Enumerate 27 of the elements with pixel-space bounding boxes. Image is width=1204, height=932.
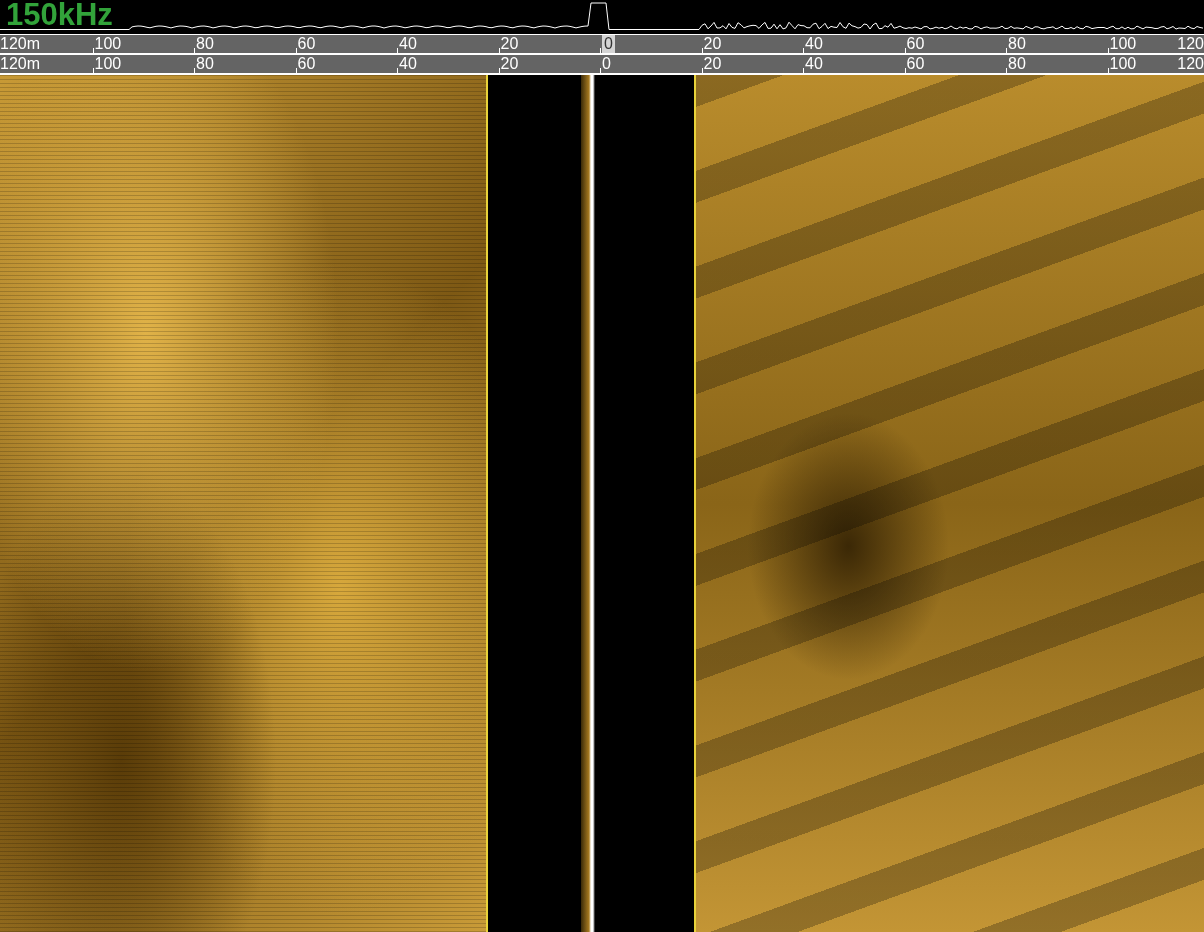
range-label: 60 xyxy=(297,55,316,73)
range-label: 60 xyxy=(906,55,925,73)
range-label: 0 xyxy=(602,55,611,73)
range-label: 60 xyxy=(297,35,316,53)
range-label: 80 xyxy=(1008,35,1026,53)
range-label: 80 xyxy=(196,35,214,53)
range-label: 60 xyxy=(906,35,925,53)
range-label: 20 xyxy=(500,35,519,53)
range-label: 20 xyxy=(703,55,722,73)
range-label: 120m xyxy=(0,55,41,73)
range-label: 80 xyxy=(1008,55,1026,73)
range-label: 40 xyxy=(399,55,417,73)
range-label: 40 xyxy=(399,35,417,53)
range-label: 80 xyxy=(196,55,214,73)
range-label: 100 xyxy=(94,35,122,53)
range-label: 40 xyxy=(805,55,823,73)
range-label: 120 xyxy=(1177,55,1204,73)
range-label: 40 xyxy=(805,35,823,53)
range-label: 100 xyxy=(1109,35,1137,53)
range-label: 20 xyxy=(500,55,519,73)
range-label: 0 xyxy=(602,35,615,53)
range-label: 100 xyxy=(94,55,122,73)
range-label: 20 xyxy=(703,35,722,53)
range-label: 120m xyxy=(0,35,41,53)
frequency-label: 150kHz xyxy=(6,0,113,34)
range-label: 100 xyxy=(1109,55,1137,73)
range-label: 120 xyxy=(1177,35,1204,53)
